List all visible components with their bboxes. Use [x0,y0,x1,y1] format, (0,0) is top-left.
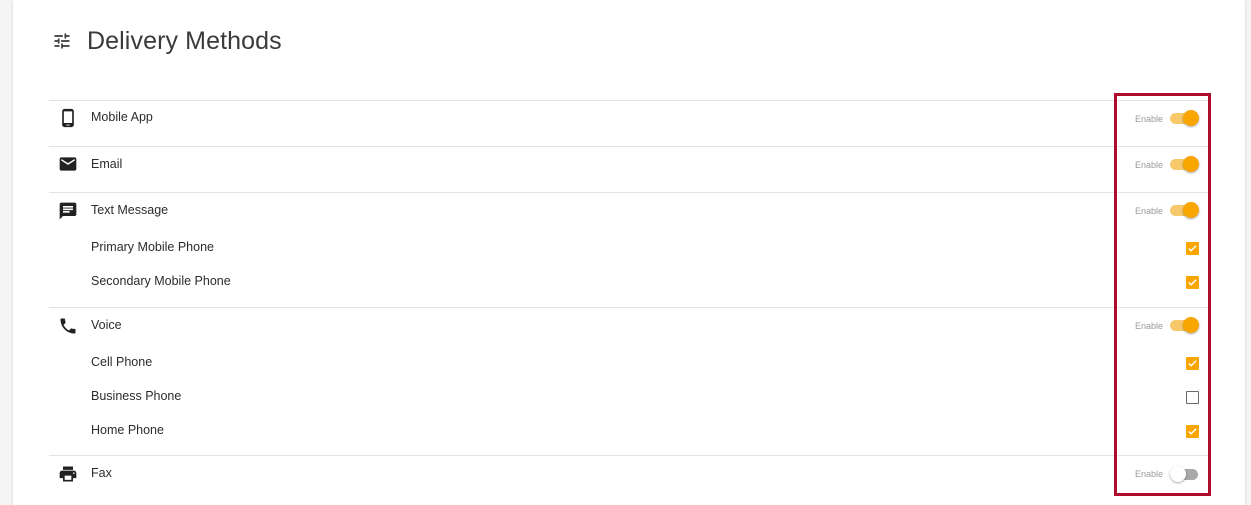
method-row-voice: Voice Enable Cell Phone Business Phone H… [49,308,1211,455]
method-label: Voice [91,318,122,332]
method-row-email: Email Enable [49,147,1211,192]
printer-icon [59,466,77,482]
page-title: Delivery Methods [87,26,282,55]
smartphone-icon [62,108,74,128]
method-label: Mobile App [91,110,153,124]
option-label: Primary Mobile Phone [91,240,214,254]
method-label: Email [91,157,123,171]
method-label: Fax [91,466,112,480]
method-label: Text Message [91,203,169,217]
option-label: Business Phone [91,389,182,403]
method-row-text-message: Text Message Enable Primary Mobile Phone… [49,193,1211,307]
method-row-fax: Fax Enable [49,456,1211,501]
message-icon [59,202,77,220]
option-label: Secondary Mobile Phone [91,274,231,288]
method-row-mobile-app: Mobile App Enable [49,101,1211,146]
email-icon [59,157,77,171]
tune-icon [54,33,70,49]
option-label: Cell Phone [91,355,153,369]
highlight-box [1114,93,1211,496]
option-label: Home Phone [91,423,164,437]
page-header: Delivery Methods [52,25,282,57]
phone-icon [60,318,76,334]
